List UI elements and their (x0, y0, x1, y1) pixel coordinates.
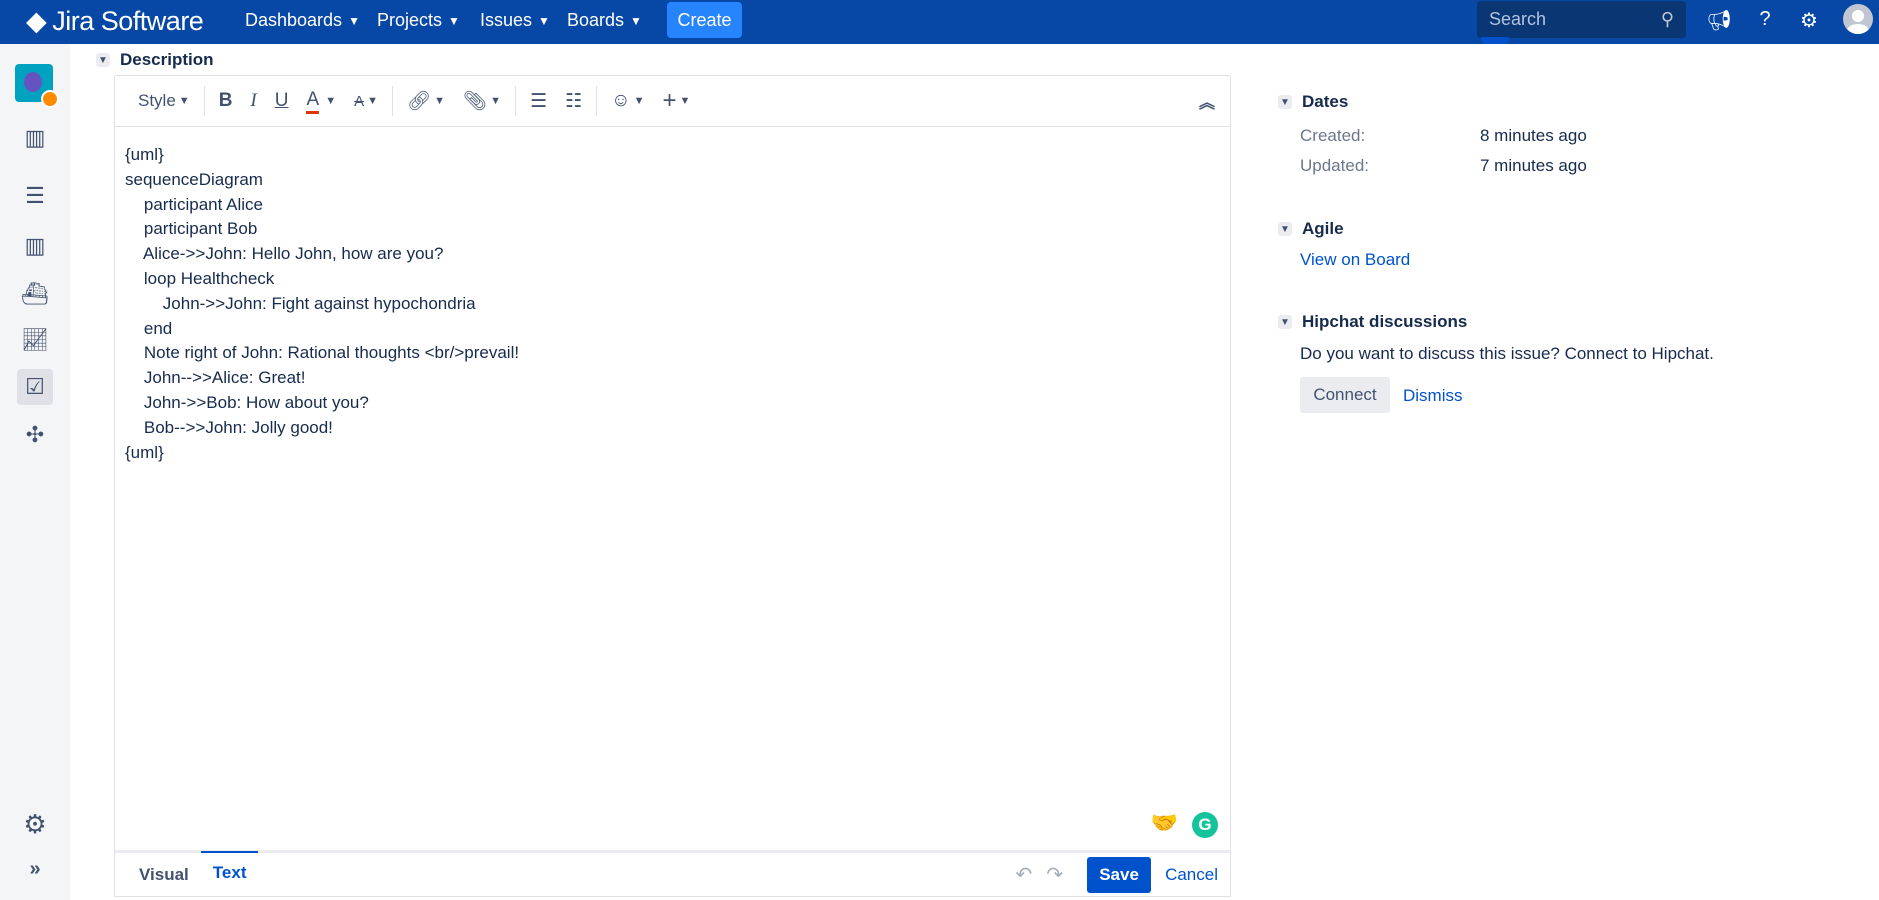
hipchat-prompt: Do you want to discuss this issue? Conne… (1300, 344, 1714, 363)
description-editor: Style ▼ B I U A ▼ A ▼ 🔗︎ ▼ 📎︎ ▼ ☰ ☷ ☺ ▼ + ▼ ︽ … (114, 75, 1231, 897)
project-settings-gear-icon[interactable]: ⚙ (17, 806, 53, 842)
cancel-button[interactable]: Cancel (1165, 865, 1218, 885)
project-avatar[interactable] (15, 64, 59, 108)
project-sidebar: ▥ ☰ ▥ ⛴ 📈︎ ☑ ✣ ⚙ » (0, 44, 70, 900)
backlog-icon[interactable]: ▥ (17, 120, 53, 156)
hipchat-header[interactable]: ▼ Hipchat discussions (1278, 312, 1467, 332)
nav-issues[interactable]: Issues ▼ (480, 10, 550, 31)
user-avatar[interactable] (1843, 4, 1873, 34)
chevron-down-icon: ▼ (348, 13, 360, 28)
chevron-down-icon: ▼ (448, 13, 460, 28)
connect-button[interactable]: Connect (1300, 377, 1390, 413)
bullet-list-icon[interactable]: ☰ (521, 90, 556, 113)
search-input[interactable]: Search ⚲ (1477, 1, 1686, 38)
numbered-list-icon[interactable]: ☷ (556, 90, 591, 113)
addons-puzzle-icon[interactable]: ✣ (17, 417, 53, 453)
divider (203, 86, 205, 116)
tab-text[interactable]: Text (200, 850, 259, 894)
save-button[interactable]: Save (1087, 856, 1152, 893)
updated-label: Updated: (1300, 156, 1369, 175)
description-header[interactable]: ▼ Description (96, 50, 214, 70)
handshake-icon[interactable]: 🤝 (1151, 810, 1178, 836)
expand-sidebar-icon[interactable]: » (17, 851, 53, 887)
italic-icon[interactable]: I (241, 90, 265, 112)
chevron-down-icon: ▼ (1278, 222, 1292, 236)
editor-toolbar: Style ▼ B I U A ▼ A ▼ 🔗︎ ▼ 📎︎ ▼ ☰ ☷ ☺ ▼ + ▼ ︽ (115, 76, 1230, 127)
text-effects-icon[interactable]: A ▼ (345, 93, 387, 110)
grammarly-icon[interactable]: G (1192, 812, 1218, 838)
divider (596, 86, 598, 116)
editor-textarea[interactable]: {uml} sequenceDiagram participant Alice … (115, 127, 1230, 481)
created-value: 8 minutes ago (1480, 126, 1587, 145)
issues-icon[interactable]: ☑ (17, 369, 53, 405)
create-button[interactable]: Create (667, 2, 742, 38)
releases-ship-icon[interactable]: ⛴ (17, 276, 53, 312)
underline-icon[interactable]: U (266, 90, 298, 112)
reports-chart-icon[interactable]: 📈︎ (17, 322, 53, 358)
search-icon: ⚲ (1660, 9, 1674, 29)
chevron-down-icon: ▼ (1278, 95, 1292, 109)
notifications-megaphone-icon[interactable]: 📢︎ (1706, 8, 1732, 33)
jira-logo[interactable]: ◆ Jira Software (26, 6, 204, 37)
attachment-icon[interactable]: 📎︎ ▼ (454, 89, 510, 113)
stack-icon[interactable]: ☰ (17, 178, 53, 214)
jira-diamond-icon: ◆ (26, 6, 47, 36)
nav-dashboards[interactable]: Dashboards ▼ (245, 10, 360, 31)
emoji-icon[interactable]: ☺ ▼ (602, 90, 653, 112)
created-label: Created: (1300, 126, 1366, 145)
style-dropdown[interactable]: Style ▼ (129, 91, 199, 111)
editor-footer: Visual Text ↶ ↷ Save Cancel (115, 850, 1230, 896)
tab-visual[interactable]: Visual (127, 853, 201, 896)
nav-boards[interactable]: Boards ▼ (567, 10, 642, 31)
collapse-toolbar-icon[interactable]: ︽ (1190, 89, 1224, 113)
insert-more-icon[interactable]: + ▼ (653, 87, 699, 115)
dates-header[interactable]: ▼ Dates (1278, 92, 1348, 112)
text-color-icon[interactable]: A ▼ (297, 89, 345, 114)
divider (515, 86, 517, 116)
chevron-down-icon: ▼ (630, 13, 642, 28)
redo-icon[interactable]: ↷ (1046, 862, 1063, 887)
chevron-down-icon: ▼ (1278, 315, 1292, 329)
view-on-board-link[interactable]: View on Board (1300, 250, 1410, 270)
top-navigation-bar: ◆ Jira Software Dashboards ▼ Projects ▼ Iss… (0, 0, 1879, 44)
nav-projects[interactable]: Projects ▼ (377, 10, 460, 31)
board-icon[interactable]: ▥ (17, 228, 53, 264)
divider (392, 86, 394, 116)
dismiss-link[interactable]: Dismiss (1403, 386, 1463, 406)
link-icon[interactable]: 🔗︎ ▼ (398, 89, 454, 113)
agile-header[interactable]: ▼ Agile (1278, 219, 1344, 239)
settings-gear-icon[interactable]: ⚙ (1796, 8, 1822, 33)
toggle-partial[interactable] (1481, 37, 1509, 44)
chevron-down-icon: ▼ (538, 13, 550, 28)
help-icon[interactable]: ? (1752, 8, 1778, 31)
bold-icon[interactable]: B (210, 90, 242, 112)
chevron-down-icon: ▼ (96, 53, 110, 67)
undo-icon[interactable]: ↶ (1016, 862, 1033, 887)
updated-value: 7 minutes ago (1480, 156, 1587, 175)
